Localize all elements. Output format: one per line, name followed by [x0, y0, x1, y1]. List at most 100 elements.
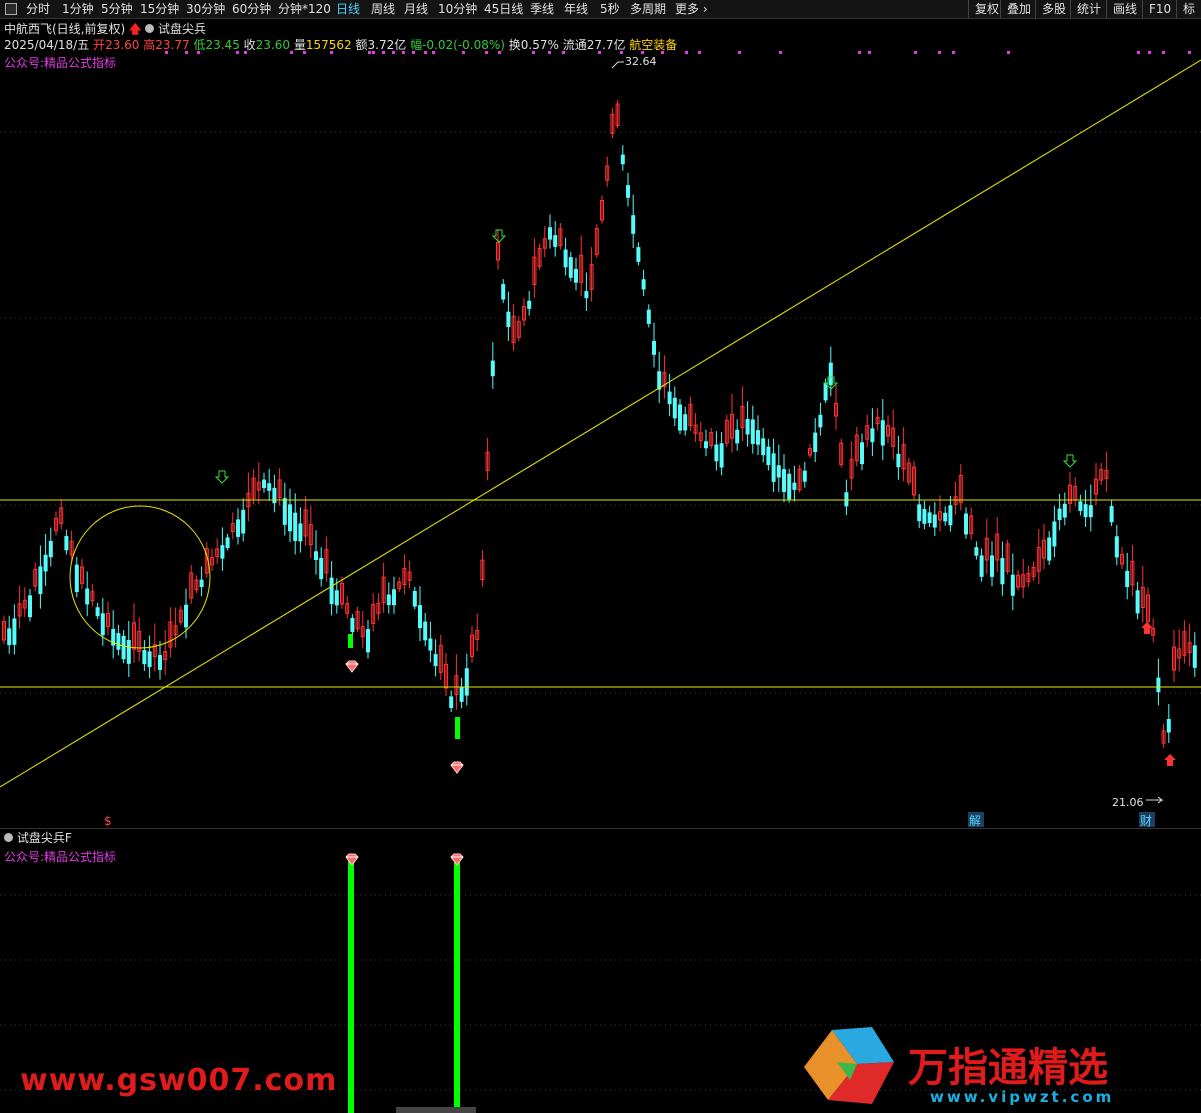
candle-body [553, 235, 558, 247]
signal-dot [290, 51, 293, 54]
candle-body [860, 442, 864, 465]
candle-body [1135, 590, 1140, 614]
candlestick-chart[interactable]: 32.64 21.06 $ 解 财 [0, 0, 1201, 828]
candle-body [412, 590, 417, 607]
wzt-logo-icon [804, 1027, 894, 1104]
candle-body [64, 536, 69, 551]
signal-dot [620, 51, 623, 54]
signal-dot [952, 51, 955, 54]
candle-body [964, 513, 968, 535]
signal-dot [382, 51, 385, 54]
signal-bar [348, 857, 354, 1113]
candle-body [48, 540, 53, 558]
candle-body [1047, 537, 1052, 561]
candle-body [147, 651, 152, 668]
candle-body [74, 564, 79, 593]
candle-body [870, 428, 875, 443]
candle-body [568, 257, 573, 278]
candle-body [766, 446, 771, 466]
candle-body [574, 268, 578, 283]
candle-body [750, 419, 755, 444]
diamond-icon [450, 853, 464, 866]
candle-body [241, 509, 246, 534]
candle-body [142, 650, 147, 665]
candle-body [584, 291, 589, 299]
candle-body [714, 444, 719, 462]
candle-body [220, 545, 225, 559]
event-marker: 解 [969, 814, 981, 828]
site-watermark-right: 万指通精选 [908, 1045, 1108, 1091]
signal-dot [498, 51, 501, 54]
candle-body [282, 498, 287, 525]
signal-dot [548, 51, 551, 54]
signal-dot [532, 51, 535, 54]
signal-dot [598, 51, 601, 54]
signal-dot [485, 51, 488, 54]
candle-body [184, 604, 188, 628]
candle-body [464, 668, 469, 696]
candle-body [917, 504, 922, 522]
down-arrow-icon [214, 470, 230, 484]
signal-dot [402, 51, 405, 54]
signal-dot [698, 51, 701, 54]
candle-body [423, 621, 428, 641]
signal-dot [392, 51, 395, 54]
candle-body [1088, 505, 1093, 518]
candle-body [719, 443, 724, 468]
candle-body [1000, 558, 1005, 585]
candle-body [418, 605, 422, 629]
candle-body [293, 512, 298, 541]
candle-body [735, 429, 740, 444]
candle-body [7, 628, 12, 646]
candle-body [1166, 718, 1171, 733]
candle-body [932, 514, 937, 528]
candle-body [844, 492, 849, 507]
candle-body [272, 487, 277, 504]
candle-body [319, 557, 324, 580]
candle-body [678, 404, 682, 431]
signal-dot [868, 51, 871, 54]
candle-body [28, 595, 32, 618]
diamond-icon [345, 660, 359, 673]
candle-body [262, 479, 266, 489]
candle-body [782, 469, 786, 493]
candle-body [433, 654, 438, 667]
signal-dot [197, 51, 200, 54]
highlight-circle [69, 505, 211, 649]
signal-dot [641, 51, 644, 54]
candle-body [626, 185, 630, 198]
candle-body [392, 589, 396, 606]
candle-body [979, 555, 984, 577]
candle-body [38, 566, 43, 595]
signal-dot [1007, 51, 1010, 54]
signal-dot [368, 51, 371, 54]
candle-body [802, 470, 807, 482]
candle-body [657, 371, 662, 390]
candle-body [823, 382, 828, 401]
signal-dot [236, 51, 239, 54]
candle-body [1010, 574, 1015, 596]
candle-body [756, 430, 760, 445]
candle-body [548, 227, 552, 240]
candle-body [1156, 677, 1161, 693]
candle-body [631, 215, 636, 234]
diamond-icon [345, 853, 359, 866]
candle-body [267, 483, 272, 491]
candle-body [116, 633, 121, 650]
candle-body [667, 391, 672, 405]
candle-body [922, 508, 927, 524]
candle-body [527, 300, 532, 309]
signal-dot [1188, 51, 1191, 54]
signal-dot [303, 51, 306, 54]
candle-body [1057, 508, 1062, 521]
candle-body [459, 687, 464, 702]
down-arrow-icon [1062, 454, 1078, 468]
candle-body [1083, 504, 1088, 518]
diamond-icon [450, 761, 464, 774]
candle-body [761, 438, 766, 456]
candle-body [704, 441, 708, 449]
up-arrow-icon [1164, 754, 1176, 766]
candle-body [236, 519, 240, 537]
candle-body [745, 419, 750, 435]
candle-body [12, 618, 17, 645]
